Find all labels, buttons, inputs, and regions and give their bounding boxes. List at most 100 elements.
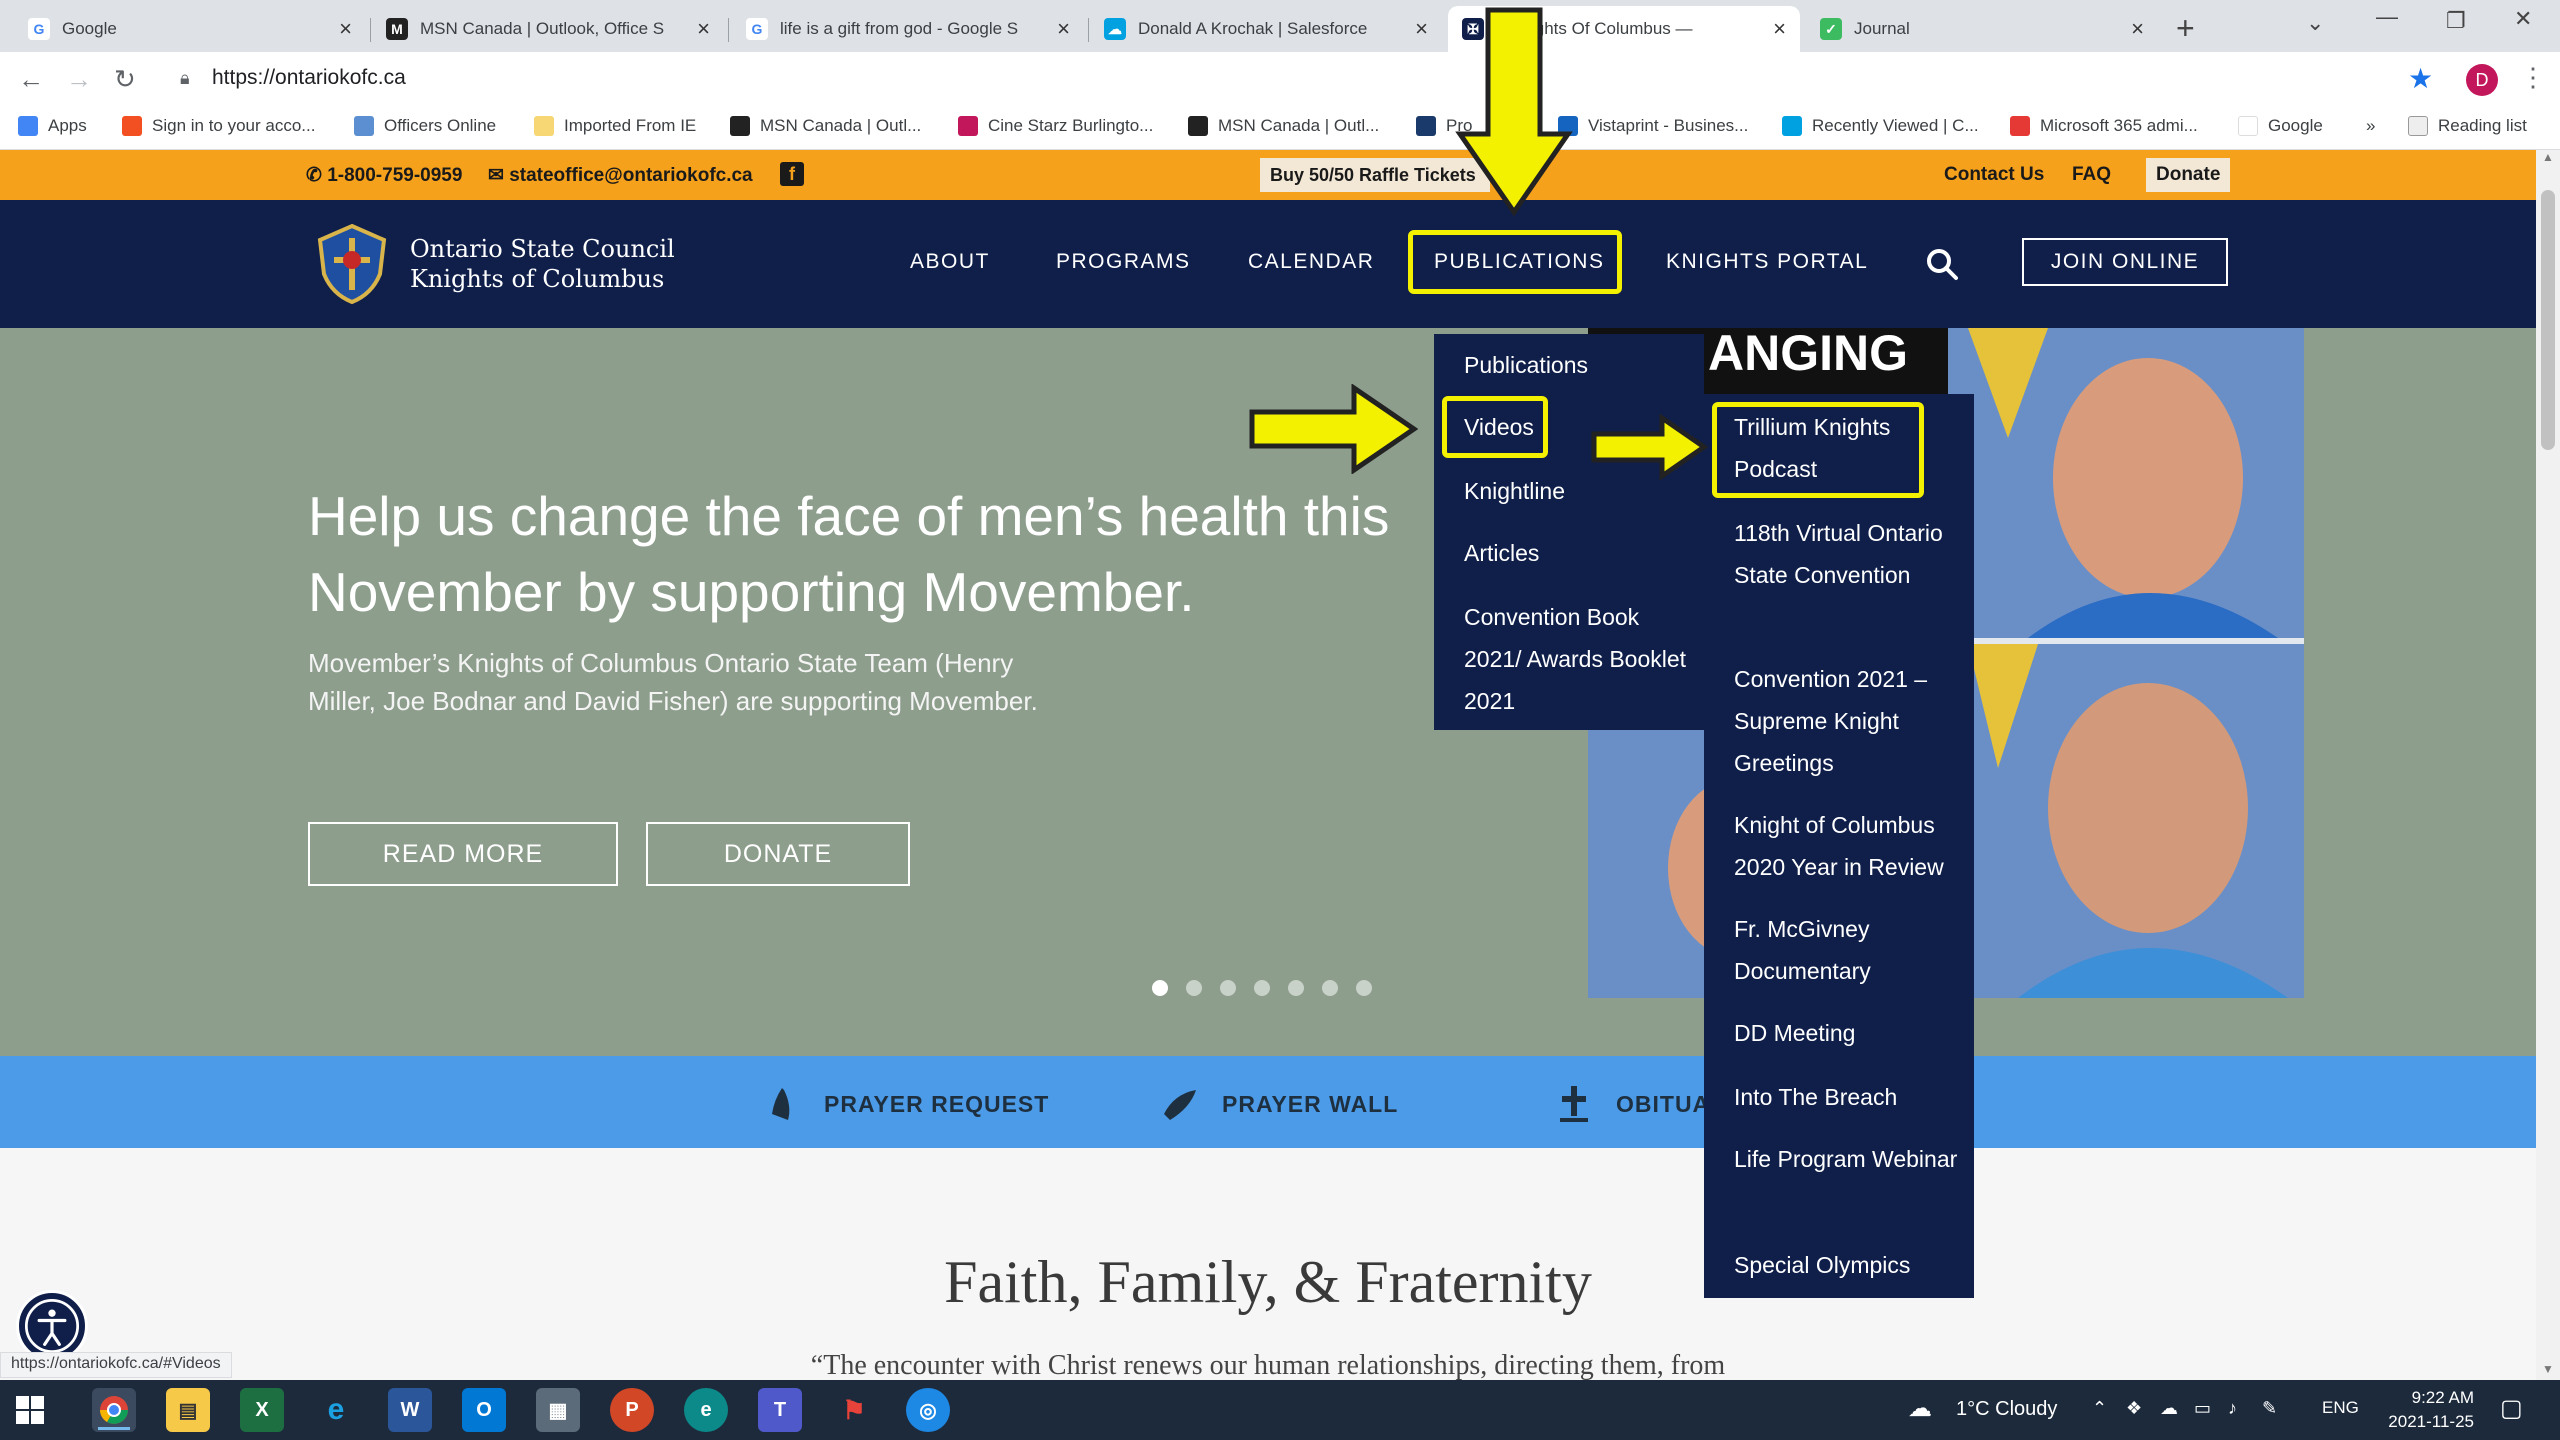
close-icon[interactable]: × xyxy=(2131,16,2144,42)
bookmark-item[interactable]: Recently Viewed | C... xyxy=(1782,116,1979,136)
email-link[interactable]: ✉ stateoffice@ontariokofc.ca xyxy=(488,164,753,187)
profile-avatar[interactable]: D xyxy=(2466,64,2498,96)
menu-item-year-in-review[interactable]: Knight of Columbus 2020 Year in Review xyxy=(1734,804,1970,888)
page-scrollbar[interactable]: ▲ ▼ xyxy=(2536,150,2560,1380)
volume-icon[interactable]: ♪ xyxy=(2228,1398,2237,1419)
nav-calendar[interactable]: CALENDAR xyxy=(1248,250,1374,274)
network-icon[interactable]: ▭ xyxy=(2194,1398,2211,1419)
teams-icon[interactable]: T xyxy=(758,1388,802,1432)
forward-icon[interactable]: → xyxy=(66,64,92,95)
menu-item-convention-book[interactable]: Convention Book 2021/ Awards Booklet 202… xyxy=(1464,596,1694,722)
edge-icon[interactable]: e xyxy=(684,1388,728,1432)
internet-explorer-icon[interactable]: e xyxy=(314,1388,358,1432)
tab-search-icon[interactable]: ⌄ xyxy=(2306,10,2324,36)
menu-item-supreme-knight-greetings[interactable]: Convention 2021 – Supreme Knight Greetin… xyxy=(1734,658,1970,784)
prayer-wall-link[interactable]: PRAYER WALL xyxy=(1160,1084,1398,1124)
onedrive-icon[interactable]: ☁ xyxy=(2160,1398,2178,1419)
bookmark-apps[interactable]: Apps xyxy=(18,116,87,136)
donate-link[interactable]: Donate xyxy=(2146,158,2231,192)
word-icon[interactable]: W xyxy=(388,1388,432,1432)
bookmarks-overflow[interactable]: » xyxy=(2366,116,2375,136)
browser-menu-icon[interactable]: ⋮ xyxy=(2520,62,2546,93)
slider-dot[interactable] xyxy=(1186,980,1202,996)
reload-icon[interactable]: ↻ xyxy=(114,64,136,95)
prayer-request-link[interactable]: PRAYER REQUEST xyxy=(762,1084,1049,1124)
search-icon[interactable] xyxy=(1924,246,1960,282)
window-close-icon[interactable]: ✕ xyxy=(2514,6,2532,32)
slider-dot[interactable] xyxy=(1288,980,1304,996)
back-icon[interactable]: ← xyxy=(18,64,44,95)
bookmark-item[interactable]: MSN Canada | Outl... xyxy=(1188,116,1379,136)
outlook-icon[interactable]: O xyxy=(462,1388,506,1432)
minimize-icon[interactable]: — xyxy=(2376,4,2398,30)
nav-knights-portal[interactable]: KNIGHTS PORTAL xyxy=(1666,250,1868,274)
site-logo-text[interactable]: Ontario State Council Knights of Columbu… xyxy=(410,234,675,294)
menu-item-life-program-webinar[interactable]: Life Program Webinar xyxy=(1734,1138,1970,1180)
calculator-icon[interactable]: ▦ xyxy=(536,1388,580,1432)
contact-link[interactable]: Contact Us xyxy=(1944,164,2044,186)
hero-donate-button[interactable]: DONATE xyxy=(646,822,910,886)
facebook-icon[interactable]: f xyxy=(780,162,804,186)
bookmark-item[interactable]: Microsoft 365 admi... xyxy=(2010,116,2198,136)
browser-tab[interactable]: G life is a gift from god - Google S × xyxy=(732,6,1084,52)
join-online-button[interactable]: JOIN ONLINE xyxy=(2022,238,2228,286)
nav-about[interactable]: ABOUT xyxy=(910,250,990,274)
windows-start-icon[interactable] xyxy=(14,1394,46,1426)
app-icon[interactable]: ⚑ xyxy=(832,1388,876,1432)
scroll-up-icon[interactable]: ▲ xyxy=(2542,150,2554,164)
read-more-button[interactable]: READ MORE xyxy=(308,822,618,886)
bookmark-item[interactable]: Officers Online xyxy=(354,116,496,136)
bookmark-item[interactable]: Vistaprint - Busines... xyxy=(1558,116,1748,136)
notification-icon[interactable]: ▢ xyxy=(2500,1394,2523,1423)
menu-item-articles[interactable]: Articles xyxy=(1464,532,1694,574)
close-icon[interactable]: × xyxy=(697,16,710,42)
browser-tab[interactable]: ✓ Journal × xyxy=(1806,6,2158,52)
bookmark-item[interactable]: Cine Starz Burlingto... xyxy=(958,116,1153,136)
close-icon[interactable]: × xyxy=(1773,16,1786,42)
app-icon[interactable]: ◎ xyxy=(906,1388,950,1432)
menu-item-into-the-breach[interactable]: Into The Breach xyxy=(1734,1076,1970,1118)
bookmark-item[interactable]: MSN Canada | Outl... xyxy=(730,116,921,136)
chrome-icon[interactable] xyxy=(92,1388,136,1432)
scroll-down-icon[interactable]: ▼ xyxy=(2542,1362,2554,1376)
nav-programs[interactable]: PROGRAMS xyxy=(1056,250,1191,274)
bookmark-item[interactable]: Google xyxy=(2238,116,2323,136)
phone-link[interactable]: ✆ 1-800-759-0959 xyxy=(306,164,462,187)
menu-item-virtual-convention[interactable]: 118th Virtual Ontario State Convention xyxy=(1734,512,1970,596)
faq-link[interactable]: FAQ xyxy=(2072,164,2111,186)
restore-icon[interactable]: ❐ xyxy=(2446,8,2466,34)
slider-dot[interactable] xyxy=(1356,980,1372,996)
new-tab-icon[interactable]: + xyxy=(2176,10,2195,47)
bookmark-item[interactable]: Sign in to your acco... xyxy=(122,116,315,136)
reading-list[interactable]: Reading list xyxy=(2408,116,2527,136)
menu-item-mcgivney-documentary[interactable]: Fr. McGivney Documentary xyxy=(1734,908,1970,992)
clock-date[interactable]: 2021-11-25 xyxy=(2374,1412,2474,1432)
bookmark-star-icon[interactable]: ★ xyxy=(2408,62,2433,95)
pen-icon[interactable]: ✎ xyxy=(2262,1398,2277,1419)
slider-dot[interactable] xyxy=(1254,980,1270,996)
dropbox-icon[interactable]: ❖ xyxy=(2126,1398,2142,1419)
close-icon[interactable]: × xyxy=(1057,16,1070,42)
slider-dot[interactable] xyxy=(1322,980,1338,996)
bookmark-item[interactable]: Imported From IE xyxy=(534,116,696,136)
weather-text[interactable]: 1°C Cloudy xyxy=(1956,1398,2057,1421)
clock-time[interactable]: 9:22 AM xyxy=(2374,1388,2474,1408)
file-explorer-icon[interactable]: ▤ xyxy=(166,1388,210,1432)
powerpoint-icon[interactable]: P xyxy=(610,1388,654,1432)
browser-tab[interactable]: ☁ Donald A Krochak | Salesforce × xyxy=(1090,6,1442,52)
slider-dot-active[interactable] xyxy=(1152,980,1168,996)
close-icon[interactable]: × xyxy=(1415,16,1428,42)
slider-dot[interactable] xyxy=(1220,980,1236,996)
url-field[interactable]: https://ontariokofc.ca xyxy=(212,66,406,90)
language-indicator[interactable]: ENG xyxy=(2322,1398,2359,1418)
close-icon[interactable]: × xyxy=(339,16,352,42)
obituaries-link[interactable]: OBITUA xyxy=(1554,1084,1710,1124)
browser-tab[interactable]: M MSN Canada | Outlook, Office S × xyxy=(372,6,724,52)
menu-item-dd-meeting[interactable]: DD Meeting xyxy=(1734,1012,1970,1054)
browser-tab[interactable]: G Google × xyxy=(14,6,366,52)
scroll-thumb[interactable] xyxy=(2541,190,2555,450)
menu-item-publications[interactable]: Publications xyxy=(1464,344,1694,386)
excel-icon[interactable]: X xyxy=(240,1388,284,1432)
chevron-up-icon[interactable]: ⌃ xyxy=(2092,1398,2107,1419)
menu-item-special-olympics[interactable]: Special Olympics xyxy=(1734,1244,1970,1286)
